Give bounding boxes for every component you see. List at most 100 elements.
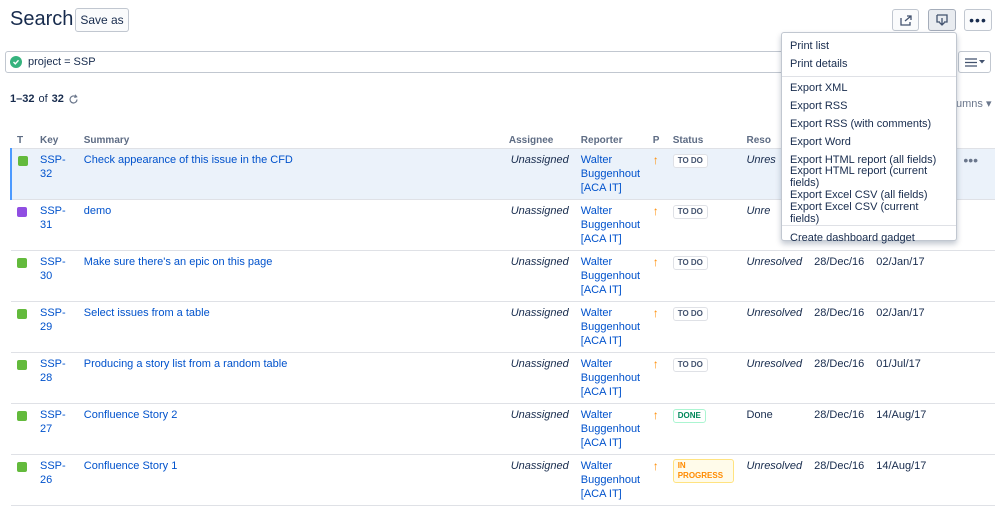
issue-key-link[interactable]: SSP-32 [40, 154, 66, 180]
header-priority[interactable]: P [646, 130, 667, 149]
check-icon [10, 56, 22, 68]
query-input[interactable]: project = SSP [5, 51, 786, 73]
reporter-line[interactable]: [ACA IT] [581, 284, 622, 296]
menu-item-export-rss-with-comments[interactable]: Export RSS (with comments) [782, 115, 956, 133]
issue-summary-link[interactable]: Confluence Story 1 [84, 460, 178, 472]
columns-label: umns [956, 98, 983, 110]
assignee-cell: Unassigned [502, 250, 575, 302]
table-row[interactable]: SSP-26 Confluence Story 1 Unassigned Walter… [11, 454, 995, 506]
issue-summary-link[interactable]: Select issues from a table [84, 307, 210, 319]
table-row[interactable]: SSP-27 Confluence Story 2 Unassigned Walter… [11, 403, 995, 455]
more-actions-button[interactable]: ••• [964, 9, 992, 31]
menu-item-print-list[interactable]: Print list [782, 37, 956, 55]
assignee-cell: Unassigned [502, 199, 575, 251]
header-summary[interactable]: Summary [77, 130, 503, 149]
reporter-line[interactable]: [ACA IT] [581, 386, 622, 398]
issue-key-link[interactable]: SSP-28 [40, 358, 66, 384]
status-badge: TO DO [672, 255, 708, 270]
table-row[interactable]: SSP-29 Select issues from a table Unassign… [11, 301, 995, 353]
priority-high-icon: ↑ [652, 254, 659, 269]
query-text: project = SSP [28, 56, 96, 68]
menu-item-export-excel-csv-current-fields[interactable]: Export Excel CSV (current fields) [782, 201, 956, 225]
issue-key-link[interactable]: SSP-27 [40, 409, 66, 435]
assignee-cell: Unassigned [502, 403, 575, 455]
issue-summary-link[interactable]: demo [84, 205, 112, 217]
type-cell [10, 148, 34, 200]
issue-summary-link[interactable]: Confluence Story 2 [84, 409, 178, 421]
export-button[interactable] [928, 9, 956, 31]
issue-summary-link[interactable]: Check appearance of this issue in the CF… [84, 154, 293, 166]
priority-high-icon: ↑ [652, 203, 659, 218]
refresh-icon[interactable] [68, 93, 79, 105]
status-badge: DONE [672, 408, 706, 423]
resolution-cell: Unresolved [740, 352, 809, 404]
updated-cell: 02/Jan/17 [870, 301, 958, 353]
columns-button[interactable]: umns ▾ [956, 97, 992, 110]
reporter-cell[interactable]: Walter Buggenhout [ACA IT] [574, 352, 647, 404]
status-badge: TO DO [672, 306, 708, 321]
priority-high-icon: ↑ [652, 152, 659, 167]
header-type[interactable]: T [11, 130, 34, 149]
table-row[interactable]: SSP-30 Make sure there's an epic on this … [11, 250, 995, 302]
page-title: Search [10, 8, 74, 30]
reporter-cell[interactable]: Walter Buggenhout [ACA IT] [574, 403, 647, 455]
reporter-line[interactable]: [ACA IT] [581, 182, 622, 194]
menu-item-print-details[interactable]: Print details [782, 55, 956, 73]
view-switcher-button[interactable] [958, 51, 991, 73]
reporter-line[interactable]: Walter [581, 205, 612, 217]
resolution-cell: Done [740, 403, 809, 455]
share-button[interactable] [892, 9, 919, 31]
row-actions-button[interactable]: ••• [963, 152, 978, 168]
table-row[interactable]: SSP-28 Producing a story list from a rand… [11, 352, 995, 404]
reporter-cell[interactable]: Walter Buggenhout [ACA IT] [574, 250, 647, 302]
export-icon [936, 14, 948, 26]
results-of: of [38, 93, 48, 105]
type-cell [11, 199, 34, 251]
menu-item-export-rss[interactable]: Export RSS [782, 97, 956, 115]
reporter-line[interactable]: Walter [581, 307, 612, 319]
reporter-line[interactable]: Buggenhout [581, 219, 640, 231]
header-assignee[interactable]: Assignee [502, 130, 575, 149]
reporter-line[interactable]: [ACA IT] [581, 335, 622, 347]
reporter-cell[interactable]: Walter Buggenhout [ACA IT] [574, 199, 647, 251]
status-badge: IN PROGRESS [672, 458, 735, 483]
reporter-line[interactable]: Buggenhout [581, 168, 640, 180]
reporter-cell[interactable]: Walter Buggenhout [ACA IT] [574, 454, 647, 506]
save-as-button[interactable]: Save as [75, 8, 129, 32]
reporter-line[interactable]: [ACA IT] [581, 233, 622, 245]
reporter-cell[interactable]: Walter Buggenhout [ACA IT] [574, 301, 647, 353]
menu-item-create-dashboard-gadget[interactable]: Create dashboard gadget [782, 229, 956, 247]
reporter-line[interactable]: Buggenhout [581, 423, 640, 435]
header-status[interactable]: Status [666, 130, 741, 149]
epic-icon [17, 206, 27, 217]
header-reporter[interactable]: Reporter [574, 130, 647, 149]
issue-summary-link[interactable]: Producing a story list from a random tab… [84, 358, 288, 370]
reporter-line[interactable]: Walter [581, 460, 612, 472]
reporter-line[interactable]: Buggenhout [581, 270, 640, 282]
reporter-line[interactable]: Walter [581, 409, 612, 421]
menu-item-export-word[interactable]: Export Word [782, 133, 956, 151]
reporter-cell[interactable]: Walter Buggenhout [ACA IT] [574, 148, 647, 200]
updated-cell: 14/Aug/17 [870, 454, 958, 506]
header-actions [957, 130, 995, 149]
menu-item-export-xml[interactable]: Export XML [782, 80, 956, 98]
reporter-line[interactable]: Walter [581, 256, 612, 268]
issue-key-link[interactable]: SSP-30 [40, 256, 66, 282]
reporter-line[interactable]: [ACA IT] [581, 437, 622, 449]
reporter-line[interactable]: Walter [581, 358, 612, 370]
reporter-line[interactable]: Buggenhout [581, 321, 640, 333]
reporter-line[interactable]: Walter [581, 154, 612, 166]
menu-item-export-html-report-current-fields[interactable]: Export HTML report (current fields) [782, 165, 956, 189]
issue-summary-link[interactable]: Make sure there's an epic on this page [84, 256, 273, 268]
issue-key-link[interactable]: SSP-26 [40, 460, 66, 486]
issue-key-link[interactable]: SSP-31 [40, 205, 66, 231]
status-badge: TO DO [672, 153, 708, 168]
results-total: 32 [51, 93, 64, 105]
chevron-down-icon [978, 60, 985, 64]
header-key[interactable]: Key [34, 130, 78, 149]
reporter-line[interactable]: Buggenhout [581, 372, 640, 384]
issue-key-link[interactable]: SSP-29 [40, 307, 66, 333]
chevron-down-icon: ▾ [985, 98, 992, 110]
story-icon [17, 410, 27, 421]
reporter-line[interactable]: [ACA IT] [581, 488, 622, 500]
